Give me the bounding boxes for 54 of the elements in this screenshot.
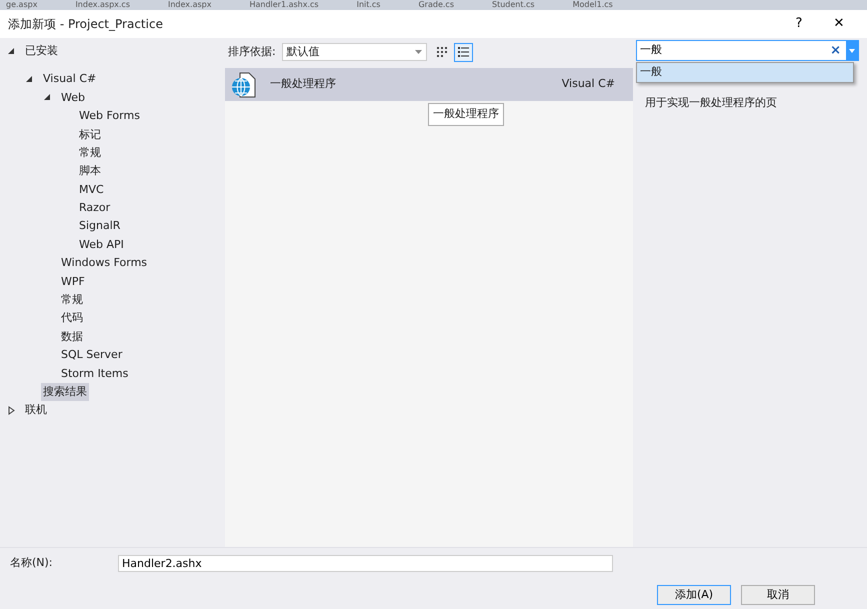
collapse-arrow-icon[interactable] [7, 46, 16, 56]
editor-tab[interactable]: Student.cs [492, 0, 535, 10]
tree-item[interactable]: 常规 [59, 291, 85, 310]
tree-item[interactable]: SignalR [77, 217, 122, 236]
search-field[interactable]: 一般 × [636, 40, 859, 61]
tree-item[interactable]: 联机 [23, 401, 49, 420]
sort-dropdown[interactable]: 默认值 [282, 43, 427, 61]
name-field[interactable]: Handler2.ashx [118, 555, 613, 572]
clear-button[interactable]: × [825, 40, 846, 60]
tooltip: 一般处理程序 [428, 103, 504, 126]
tree-item[interactable]: 数据 [59, 328, 85, 346]
name-label: 名称(N): [10, 555, 54, 572]
window-title: 添加新项 - Project_Practice [8, 16, 164, 33]
list-icon [457, 46, 470, 58]
tree-item[interactable]: Web API [77, 236, 126, 254]
tree-item[interactable]: Web [59, 88, 87, 108]
tree-item[interactable]: 常规 [77, 144, 103, 162]
expand-arrow-icon[interactable] [7, 406, 16, 416]
close-button[interactable]: ✕ [819, 14, 859, 34]
template-item[interactable]: 一般处理程序 Visual C# [225, 68, 633, 101]
tree-item[interactable]: Web Forms [77, 107, 142, 126]
tree-item[interactable]: 已安装 [23, 42, 60, 60]
tree-item[interactable]: Windows Forms [59, 254, 150, 273]
tree-item[interactable]: MVC [77, 180, 106, 200]
cancel-button[interactable]: 取消 [741, 585, 815, 605]
dropdown-button[interactable] [846, 41, 858, 60]
suggestion-list: 一般 [636, 62, 854, 82]
tree-item[interactable]: Visual C# [41, 70, 98, 89]
template-description: 用于实现一般处理程序的页 [644, 95, 778, 111]
editor-tab[interactable]: Index.aspx.cs [75, 0, 130, 10]
editor-tab[interactable]: Model1.cs [572, 0, 613, 10]
tree-item[interactable]: SQL Server [59, 346, 124, 365]
list-view-button[interactable] [454, 42, 474, 62]
editor-tab[interactable]: ge.aspx [6, 0, 38, 10]
caret-icon [414, 50, 422, 54]
editor-tab[interactable]: Grade.cs [418, 0, 454, 10]
editor-tab[interactable]: Index.aspx [168, 0, 212, 10]
tree-item[interactable]: 代码 [59, 309, 85, 328]
sort-value: 默认值 [286, 44, 320, 60]
tree-item[interactable]: Razor [77, 199, 112, 218]
tree-item[interactable]: WPF [59, 272, 87, 292]
editor-tab[interactable]: Init.cs [356, 0, 380, 10]
help-button[interactable]: ? [779, 14, 819, 34]
editor-tab[interactable]: Handler1.ashx.cs [249, 0, 319, 10]
tree-item[interactable]: 标记 [77, 126, 103, 144]
collapse-arrow-icon[interactable] [43, 93, 52, 102]
collapse-arrow-icon[interactable] [25, 75, 34, 84]
add-button[interactable]: 添加(A) [657, 585, 731, 605]
tree-item[interactable]: Storm Items [59, 364, 130, 384]
grid-icon [436, 46, 449, 58]
tree-item[interactable]: 搜索结果 [41, 382, 89, 402]
tree-item[interactable]: 脚本 [77, 162, 103, 181]
caret-icon [849, 48, 855, 52]
sort-label: 排序依据: [228, 44, 276, 60]
